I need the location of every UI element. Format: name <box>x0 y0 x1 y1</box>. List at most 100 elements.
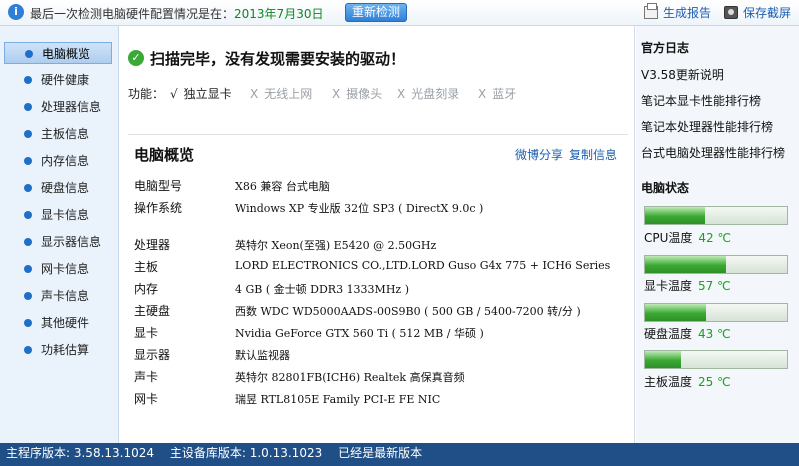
row-value-os: Windows XP 专业版 32位 SP3 ( DirectX 9.0c ) <box>235 202 484 215</box>
check-icon: ✓ <box>128 50 144 66</box>
row-label-model: 电脑型号 <box>134 179 183 193</box>
row-label-sound: 声卡 <box>134 370 159 384</box>
bullet-icon <box>24 319 32 327</box>
last-check-date: 2013年7月30日 <box>234 7 324 21</box>
row-value-sound: 英特尔 82801FB(ICH6) Realtek 高保真音频 <box>235 371 465 384</box>
sidebar-item-label: 网卡信息 <box>41 262 90 276</box>
sidebar-item-other-hardware[interactable]: 其他硬件 <box>4 312 112 334</box>
check-mark-icon: √ <box>170 87 178 101</box>
sidebar-item-sound[interactable]: 声卡信息 <box>4 285 112 307</box>
row-value-graphics: Nvidia GeForce GTX 560 Ti ( 512 MB / 华硕 … <box>235 327 484 340</box>
cpu-temp-gauge <box>644 206 788 225</box>
row-label-network: 网卡 <box>134 392 159 406</box>
row-label-cpu: 处理器 <box>134 238 171 252</box>
temp-name: 主板温度 <box>644 375 693 389</box>
cross-mark-icon: X <box>397 87 406 101</box>
function-label: 摄像头 <box>346 87 383 101</box>
function-label: 无线上网 <box>264 87 313 101</box>
temp-value: 57 ℃ <box>698 279 731 293</box>
generate-report-button[interactable]: 生成报告 <box>644 3 712 21</box>
weibo-share-link[interactable]: 微博分享 <box>515 146 563 163</box>
camera-icon <box>724 6 738 19</box>
function-label: 蓝牙 <box>492 87 517 101</box>
sidebar-item-label: 显示器信息 <box>41 235 102 249</box>
temp-name: 显卡温度 <box>644 279 693 293</box>
sidebar-item-memory[interactable]: 内存信息 <box>4 150 112 172</box>
info-icon: i <box>8 4 24 20</box>
sidebar-item-label: 显卡信息 <box>41 208 90 222</box>
sidebar-item-label: 声卡信息 <box>41 289 90 303</box>
sidebar-item-label: 主板信息 <box>41 127 90 141</box>
cross-mark-icon: X <box>250 87 259 101</box>
motherboard-temp-label: 主板温度 25 ℃ <box>644 373 731 390</box>
temp-value: 43 ℃ <box>698 327 731 341</box>
row-label-disk: 主硬盘 <box>134 304 171 318</box>
row-value-memory: 4 GB ( 金士顿 DDR3 1333MHz ) <box>235 283 409 296</box>
sidebar-item-graphics[interactable]: 显卡信息 <box>4 204 112 226</box>
log-link-laptop-gpu-ranking[interactable]: 笔记本显卡性能排行榜 <box>641 92 761 109</box>
sidebar-item-disk[interactable]: 硬盘信息 <box>4 177 112 199</box>
cpu-temp-label: CPU温度 42 ℃ <box>644 229 731 246</box>
temp-value: 42 ℃ <box>698 231 731 245</box>
last-check-info: 最后一次检测电脑硬件配置情况是在：2013年7月30日 <box>30 5 323 22</box>
sidebar-item-label: 其他硬件 <box>41 316 90 330</box>
motherboard-temp-gauge <box>644 350 788 369</box>
function-camera: X 摄像头 <box>332 85 382 102</box>
program-version: 主程序版本: 3.58.13.1024 <box>6 446 155 460</box>
sidebar-item-label: 硬件健康 <box>41 73 90 87</box>
sidebar-item-motherboard[interactable]: 主板信息 <box>4 123 112 145</box>
bullet-icon <box>24 211 32 219</box>
bullet-icon <box>24 103 32 111</box>
temp-name: CPU温度 <box>644 231 693 245</box>
temp-fill <box>645 256 726 273</box>
sidebar-item-monitor[interactable]: 显示器信息 <box>4 231 112 253</box>
save-screenshot-button[interactable]: 保存截屏 <box>724 4 791 21</box>
sidebar-item-label: 内存信息 <box>41 154 90 168</box>
redetect-button[interactable]: 重新检测 <box>345 3 407 22</box>
gpu-temp-label: 显卡温度 57 ℃ <box>644 277 731 294</box>
row-label-monitor: 显示器 <box>134 348 171 362</box>
save-screenshot-label: 保存截屏 <box>743 6 792 20</box>
last-check-text: 最后一次检测电脑硬件配置情况是在： <box>30 7 235 21</box>
log-link-update-notes[interactable]: V3.58更新说明 <box>641 66 724 83</box>
overview-title: 电脑概览 <box>134 146 195 164</box>
row-value-network: 瑞昱 RTL8105E Family PCI-E FE NIC <box>235 393 441 406</box>
cross-mark-icon: X <box>478 87 487 101</box>
bullet-icon <box>24 157 32 165</box>
row-label-os: 操作系统 <box>134 201 183 215</box>
function-label: 光盘刻录 <box>411 87 460 101</box>
sidebar-item-network[interactable]: 网卡信息 <box>4 258 112 280</box>
log-link-laptop-cpu-ranking[interactable]: 笔记本处理器性能排行榜 <box>641 118 773 135</box>
sidebar-item-power-estimate[interactable]: 功耗估算 <box>4 339 112 361</box>
function-label: 独立显卡 <box>183 87 232 101</box>
copy-info-link[interactable]: 复制信息 <box>569 146 617 163</box>
row-label-motherboard: 主板 <box>134 260 159 274</box>
function-disc-burning: X 光盘刻录 <box>397 85 459 102</box>
generate-report-label: 生成报告 <box>663 6 712 20</box>
sidebar-item-hardware-health[interactable]: 硬件健康 <box>4 69 112 91</box>
sidebar-item-label: 功耗估算 <box>41 343 90 357</box>
status-bar: 主程序版本: 3.58.13.1024 主设备库版本: 1.0.13.1023 … <box>0 443 799 466</box>
row-label-memory: 内存 <box>134 282 159 296</box>
cross-mark-icon: X <box>332 87 341 101</box>
pc-status-title: 电脑状态 <box>641 181 690 195</box>
sidebar-item-label: 硬盘信息 <box>41 181 90 195</box>
right-panel: 官方日志 V3.58更新说明 笔记本显卡性能排行榜 笔记本处理器性能排行榜 台式… <box>636 26 799 443</box>
log-link-desktop-cpu-ranking[interactable]: 台式电脑处理器性能排行榜 <box>641 144 785 161</box>
top-bar: i 最后一次检测电脑硬件配置情况是在：2013年7月30日 重新检测 生成报告 … <box>0 0 799 26</box>
main-panel: ✓ 扫描完毕，没有发现需要安装的驱动！ 功能： √ 独立显卡 X 无线上网 X 摄像头… <box>120 26 635 443</box>
sidebar-item-overview[interactable]: 电脑概览 <box>4 42 112 64</box>
functions-label: 功能： <box>128 87 165 101</box>
temp-fill <box>645 207 705 224</box>
row-value-cpu: 英特尔 Xeon(至强) E5420 @ 2.50GHz <box>235 239 437 252</box>
row-label-graphics: 显卡 <box>134 326 159 340</box>
function-discrete-gpu: √ 独立显卡 <box>170 85 232 102</box>
sidebar-item-cpu[interactable]: 处理器信息 <box>4 96 112 118</box>
update-status: 已经是最新版本 <box>338 446 423 460</box>
bullet-icon <box>24 238 32 246</box>
row-value-model: X86 兼容 台式电脑 <box>235 180 330 193</box>
function-bluetooth: X 蓝牙 <box>478 85 516 102</box>
bullet-icon <box>25 50 33 58</box>
temp-name: 硬盘温度 <box>644 327 693 341</box>
sidebar-item-label: 电脑概览 <box>42 47 91 61</box>
